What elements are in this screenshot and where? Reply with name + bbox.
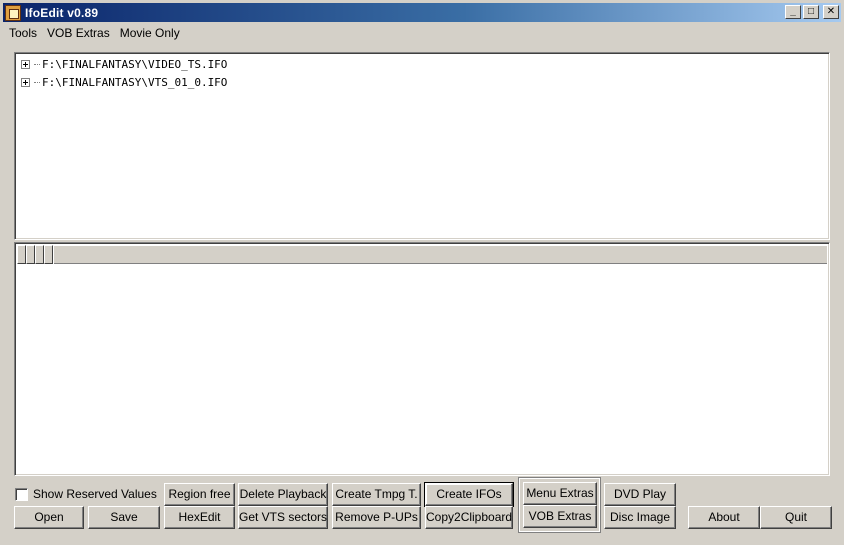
- column-header[interactable]: [26, 245, 35, 264]
- get-vts-sectors-button[interactable]: Get VTS sectors: [238, 506, 328, 529]
- window-title: IfoEdit v0.89: [25, 5, 99, 20]
- column-header-filler: [53, 245, 827, 264]
- quit-button[interactable]: Quit: [760, 506, 832, 529]
- ifo-tree-view[interactable]: F:\FINALFANTASY\VIDEO_TS.IFO F:\FINALFAN…: [14, 52, 830, 240]
- about-button[interactable]: About: [688, 506, 760, 529]
- column-header[interactable]: [17, 245, 26, 264]
- dvd-play-button[interactable]: DVD Play: [604, 483, 676, 506]
- region-free-button[interactable]: Region free: [164, 483, 235, 506]
- close-button[interactable]: ✕: [823, 5, 839, 19]
- window-controls: _ □ ✕: [785, 5, 839, 19]
- create-ifos-button[interactable]: Create IFOs: [424, 482, 514, 507]
- menu-vob-extras[interactable]: VOB Extras: [42, 24, 115, 42]
- minimize-button[interactable]: _: [785, 5, 801, 19]
- expand-icon[interactable]: [21, 77, 30, 87]
- copy2clipboard-button[interactable]: Copy2Clipboard: [425, 506, 513, 529]
- remove-pups-button[interactable]: Remove P-UPs: [332, 506, 421, 529]
- show-reserved-label: Show Reserved Values: [33, 487, 157, 501]
- tree-line: [34, 63, 40, 65]
- menu-movie-only[interactable]: Movie Only: [115, 24, 185, 42]
- tree-item-label: F:\FINALFANTASY\VTS_01_0.IFO: [42, 75, 228, 89]
- title-bar[interactable]: IfoEdit v0.89 _ □ ✕: [3, 3, 841, 22]
- delete-playback-button[interactable]: Delete Playback: [238, 483, 328, 506]
- disc-image-button[interactable]: Disc Image: [604, 506, 676, 529]
- hexedit-button[interactable]: HexEdit: [164, 506, 235, 529]
- details-list-view[interactable]: [14, 242, 830, 476]
- vob-extras-button[interactable]: VOB Extras: [523, 505, 597, 528]
- create-tmpg-button[interactable]: Create Tmpg T.: [332, 483, 421, 506]
- menu-tools[interactable]: Tools: [4, 24, 42, 42]
- menu-extras-button[interactable]: Menu Extras: [523, 482, 597, 505]
- show-reserved-checkbox[interactable]: [15, 487, 28, 501]
- expand-icon[interactable]: [21, 59, 30, 69]
- column-header[interactable]: [44, 245, 53, 264]
- tree-item[interactable]: F:\FINALFANTASY\VIDEO_TS.IFO: [21, 56, 227, 72]
- open-button[interactable]: Open: [14, 506, 84, 529]
- tree-line: [34, 81, 40, 83]
- list-header: [17, 245, 827, 264]
- maximize-button[interactable]: □: [803, 5, 819, 19]
- menu-bar: Tools VOB Extras Movie Only: [4, 24, 185, 42]
- save-button[interactable]: Save: [88, 506, 160, 529]
- show-reserved-checkbox-row[interactable]: Show Reserved Values: [15, 487, 157, 501]
- tree-item-label: F:\FINALFANTASY\VIDEO_TS.IFO: [42, 57, 228, 71]
- column-header[interactable]: [35, 245, 44, 264]
- app-icon: [5, 4, 21, 21]
- tree-item[interactable]: F:\FINALFANTASY\VTS_01_0.IFO: [21, 74, 227, 90]
